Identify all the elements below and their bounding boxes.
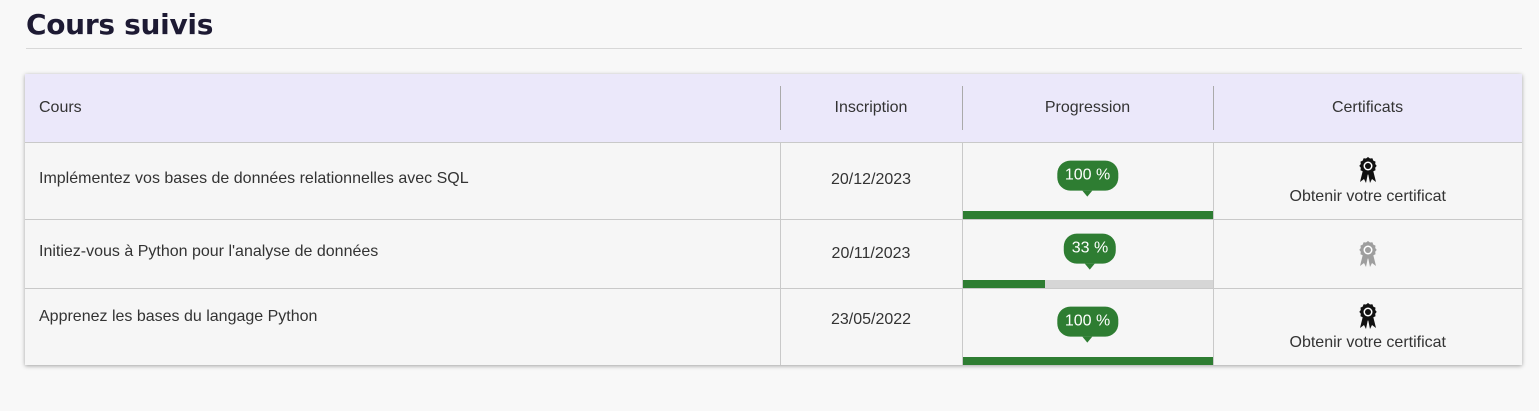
course-name[interactable]: Implémentez vos bases de données relatio… [25, 142, 780, 219]
header-certificates[interactable]: Certificats [1213, 74, 1522, 142]
course-name[interactable]: Apprenez les bases du langage Python [25, 288, 780, 365]
table-row: Apprenez les bases du langage Python 23/… [25, 288, 1522, 365]
progress-cell: 33 % [961, 219, 1213, 288]
enrollment-date: 20/12/2023 [779, 142, 962, 219]
get-certificate-link[interactable]: Obtenir votre certificat [1290, 188, 1447, 206]
title-divider [26, 48, 1522, 49]
progress-bar [962, 279, 1213, 288]
progress-badge: 100 % [1056, 306, 1119, 343]
certificate-cell [1212, 219, 1522, 288]
certificate-cell: Obtenir votre certificat [1212, 288, 1522, 365]
certificate-cell: Obtenir votre certificat [1212, 142, 1522, 219]
progress-bar [962, 357, 1213, 365]
medal-icon[interactable] [1358, 302, 1378, 330]
header-course[interactable]: Cours [25, 74, 780, 142]
courses-table: Cours Inscription Progression Certificat… [25, 74, 1522, 365]
table-row: Implémentez vos bases de données relatio… [25, 142, 1522, 219]
progress-bar-fill [962, 210, 1213, 219]
progress-cell: 100 % [961, 142, 1213, 219]
header-enrollment[interactable]: Inscription [780, 74, 962, 142]
medal-icon [1358, 240, 1378, 268]
medal-icon[interactable] [1358, 156, 1378, 184]
get-certificate-link[interactable]: Obtenir votre certificat [1290, 334, 1447, 352]
page-title: Cours suivis [26, 8, 214, 41]
enrollment-date: 20/11/2023 [779, 219, 962, 288]
course-name[interactable]: Initiez-vous à Python pour l'analyse de … [25, 219, 780, 288]
progress-bar-fill [962, 357, 1213, 365]
progress-bar-fill [962, 279, 1045, 288]
table-row: Initiez-vous à Python pour l'analyse de … [25, 219, 1522, 288]
header-progress[interactable]: Progression [962, 74, 1213, 142]
progress-bar [962, 210, 1213, 219]
table-header-row: Cours Inscription Progression Certificat… [25, 74, 1522, 142]
progress-badge: 33 % [1063, 233, 1117, 270]
enrollment-date: 23/05/2022 [779, 288, 962, 365]
progress-cell: 100 % [961, 288, 1213, 365]
progress-badge: 100 % [1056, 160, 1119, 197]
